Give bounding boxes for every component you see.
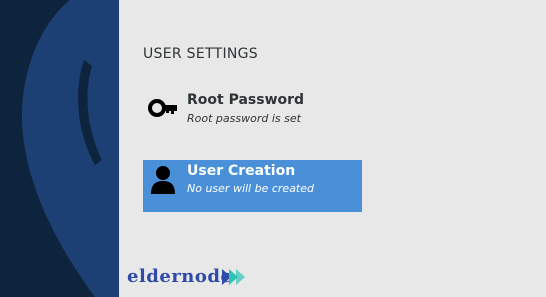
root-password-spoke[interactable]: Root Password Root password is set [143,86,362,138]
play-arrows-icon [222,269,245,285]
main-panel: USER SETTINGS Root Password Root passwor… [119,0,546,297]
spoke-title: User Creation [187,163,296,179]
section-title: USER SETTINGS [143,46,258,62]
user-creation-spoke[interactable]: User Creation No user will be created [143,160,362,212]
sidebar-graphic [0,0,119,297]
sidebar [0,0,119,297]
spoke-status: Root password is set [187,112,301,125]
spoke-title: Root Password [187,92,305,108]
key-icon [148,99,177,117]
user-icon [151,166,175,194]
spoke-status: No user will be created [187,182,314,195]
watermark-text: eldernode [127,266,233,287]
